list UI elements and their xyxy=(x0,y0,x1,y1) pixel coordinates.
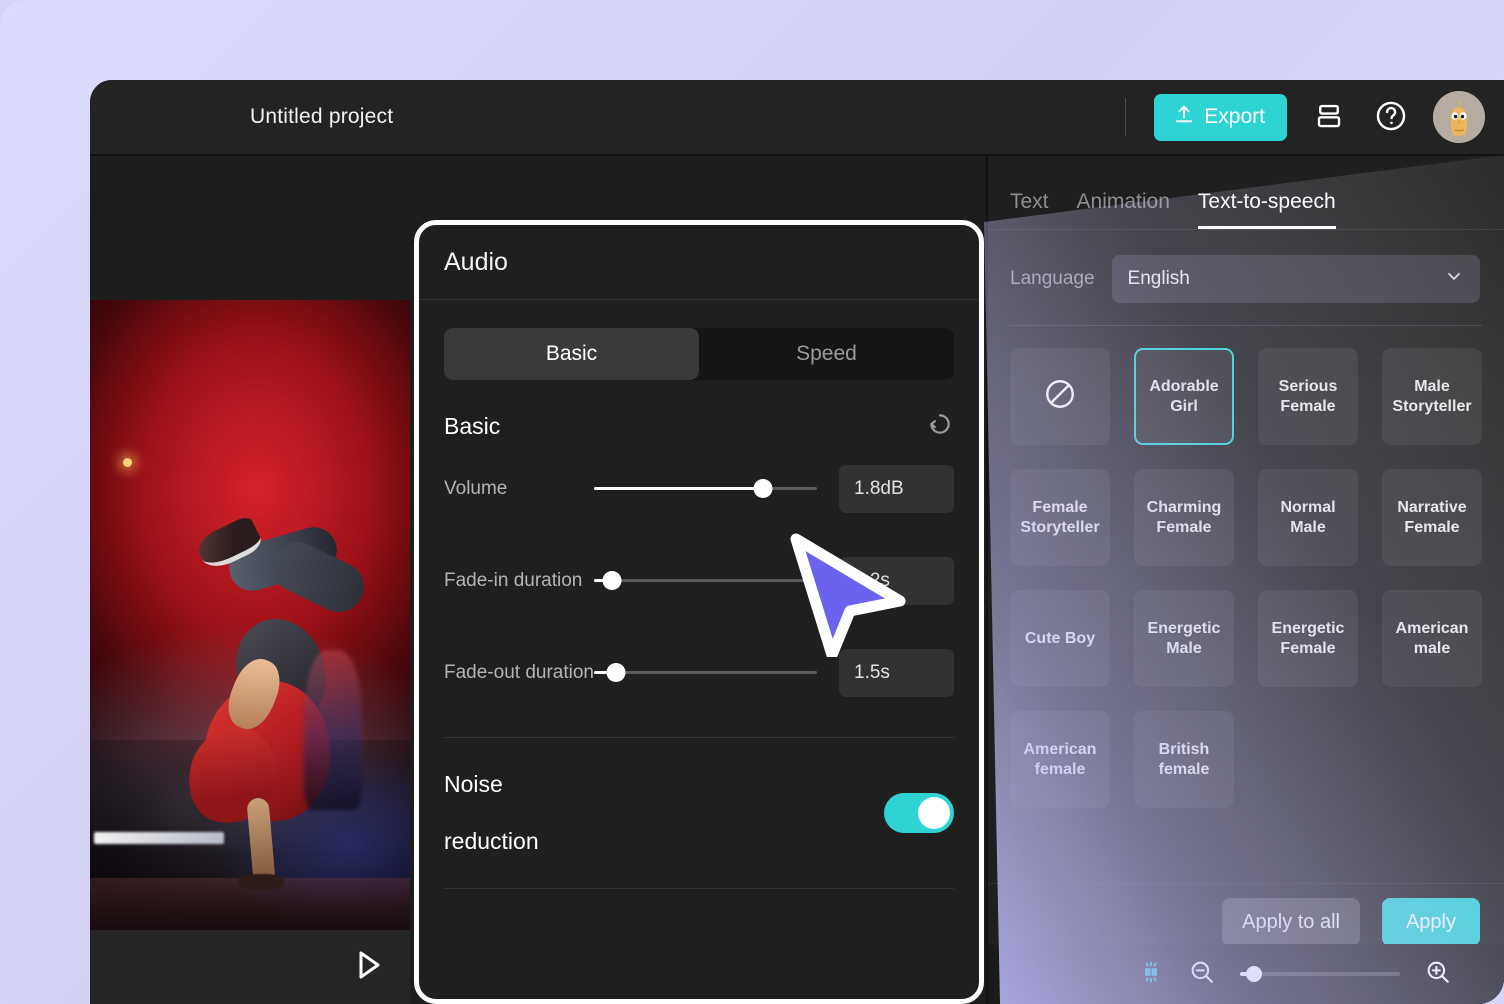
fade-out-value[interactable]: 1.5s xyxy=(839,649,954,697)
apply-button[interactable]: Apply xyxy=(1382,898,1480,946)
voice-card-normal-male[interactable]: Normal Male xyxy=(1258,469,1358,566)
user-avatar-icon xyxy=(1433,91,1485,143)
basic-section-title: Basic xyxy=(444,413,500,440)
tool-panel: Text Animation Text-to-speech Language E… xyxy=(986,156,1504,1004)
zoom-slider-knob[interactable] xyxy=(1246,966,1262,982)
voice-card-american-female[interactable]: American female xyxy=(1010,711,1110,808)
chevron-down-icon xyxy=(1444,266,1464,292)
fade-in-label: Fade-in duration xyxy=(444,566,594,596)
audio-mode-segmented-control: Basic Speed xyxy=(444,328,954,380)
apply-section-divider xyxy=(988,883,1504,884)
voice-card-adorable-girl[interactable]: Adorable Girl xyxy=(1134,348,1234,445)
noise-reduction-label-line1: Noise xyxy=(444,771,503,797)
language-label: Language xyxy=(1010,268,1095,290)
audio-panel-title: Audio xyxy=(419,225,979,277)
magnifier-plus-icon[interactable] xyxy=(1424,958,1452,991)
fade-out-slider-knob[interactable] xyxy=(607,663,626,682)
apply-to-all-button[interactable]: Apply to all xyxy=(1222,898,1360,946)
voice-card-male-storyteller[interactable]: Male Storyteller xyxy=(1382,348,1482,445)
header-divider xyxy=(1125,98,1126,136)
segment-basic[interactable]: Basic xyxy=(444,328,699,380)
preview-controls xyxy=(90,930,410,1004)
segment-speed[interactable]: Speed xyxy=(699,328,954,380)
language-row: Language English xyxy=(988,230,1504,303)
zoom-toolbar xyxy=(988,944,1504,1004)
export-button[interactable]: Export xyxy=(1154,94,1287,141)
voice-card-cute-boy[interactable]: Cute Boy xyxy=(1010,590,1110,687)
audio-bottom-divider xyxy=(444,888,954,889)
fade-in-control-row: Fade-in duration 1.2s xyxy=(444,535,954,627)
audio-settings-panel: Audio Basic Speed Basic Volume xyxy=(414,220,984,1004)
noise-reduction-label: Noise reduction xyxy=(444,756,644,871)
basic-section-header: Basic xyxy=(444,410,954,443)
language-select[interactable]: English xyxy=(1112,255,1480,303)
play-triangle-icon xyxy=(354,949,384,986)
magnifier-minus-icon[interactable] xyxy=(1188,958,1216,991)
voice-card-narrative-female[interactable]: Narrative Female xyxy=(1382,469,1482,566)
reset-counterclockwise-icon xyxy=(926,410,954,443)
project-title[interactable]: Untitled project xyxy=(250,105,393,129)
volume-label: Volume xyxy=(444,474,594,504)
stage-lamp xyxy=(123,458,132,467)
video-preview[interactable] xyxy=(90,300,410,930)
voice-card-energetic-male[interactable]: Energetic Male xyxy=(1134,590,1234,687)
fade-out-slider[interactable] xyxy=(594,664,817,682)
volume-slider-fill xyxy=(594,487,763,490)
layout-panels-icon xyxy=(1314,101,1344,134)
voice-card-none[interactable] xyxy=(1010,348,1110,445)
fade-out-slider-track xyxy=(594,671,817,674)
voice-grid: Adorable Girl Serious Female Male Storyt… xyxy=(988,326,1504,808)
noise-reduction-row: Noise reduction xyxy=(444,738,954,888)
language-select-value: English xyxy=(1128,268,1190,290)
voice-card-female-storyteller[interactable]: Female Storyteller xyxy=(1010,469,1110,566)
reset-button[interactable] xyxy=(926,410,954,443)
voice-card-serious-female[interactable]: Serious Female xyxy=(1258,348,1358,445)
fade-in-slider-knob[interactable] xyxy=(602,571,621,590)
export-button-label: Export xyxy=(1204,105,1265,129)
layout-panels-button[interactable] xyxy=(1309,97,1349,137)
voice-card-charming-female[interactable]: Charming Female xyxy=(1134,469,1234,566)
noise-reduction-toggle[interactable] xyxy=(884,793,954,833)
bystander-figure xyxy=(304,650,362,810)
fade-in-slider[interactable] xyxy=(594,572,817,590)
voice-card-energetic-female[interactable]: Energetic Female xyxy=(1258,590,1358,687)
volume-slider-knob[interactable] xyxy=(754,479,773,498)
volume-slider[interactable] xyxy=(594,480,817,498)
no-voice-slash-icon xyxy=(1043,377,1077,417)
play-button[interactable] xyxy=(354,949,384,986)
avatar[interactable] xyxy=(1433,91,1485,143)
question-circle-icon xyxy=(1374,99,1408,136)
apply-actions: Apply to all Apply xyxy=(1222,898,1480,946)
tab-animation[interactable]: Animation xyxy=(1077,190,1170,229)
app-header: Untitled project Export xyxy=(90,80,1504,154)
audio-title-divider xyxy=(419,299,979,300)
help-button[interactable] xyxy=(1371,97,1411,137)
volume-value[interactable]: 1.8dB xyxy=(839,465,954,513)
tab-text-to-speech[interactable]: Text-to-speech xyxy=(1198,190,1336,229)
noise-reduction-label-line2: reduction xyxy=(444,828,539,854)
fade-in-slider-track xyxy=(594,579,817,582)
toggle-knob xyxy=(918,797,950,829)
fade-in-value[interactable]: 1.2s xyxy=(839,557,954,605)
fit-to-screen-icon[interactable] xyxy=(1138,959,1164,990)
header-actions: Export xyxy=(1125,91,1504,143)
voice-card-american-male[interactable]: American male xyxy=(1382,590,1482,687)
page-background: Untitled project Export xyxy=(0,0,1504,1004)
fade-out-control-row: Fade-out duration 1.5s xyxy=(444,627,954,719)
volume-control-row: Volume 1.8dB xyxy=(444,443,954,535)
tab-text[interactable]: Text xyxy=(1010,190,1049,229)
voice-card-british-female[interactable]: British female xyxy=(1134,711,1234,808)
upload-icon xyxy=(1173,103,1195,131)
tool-panel-tabs: Text Animation Text-to-speech xyxy=(988,156,1504,230)
zoom-slider[interactable] xyxy=(1240,972,1400,976)
fade-out-label: Fade-out duration xyxy=(444,658,594,688)
